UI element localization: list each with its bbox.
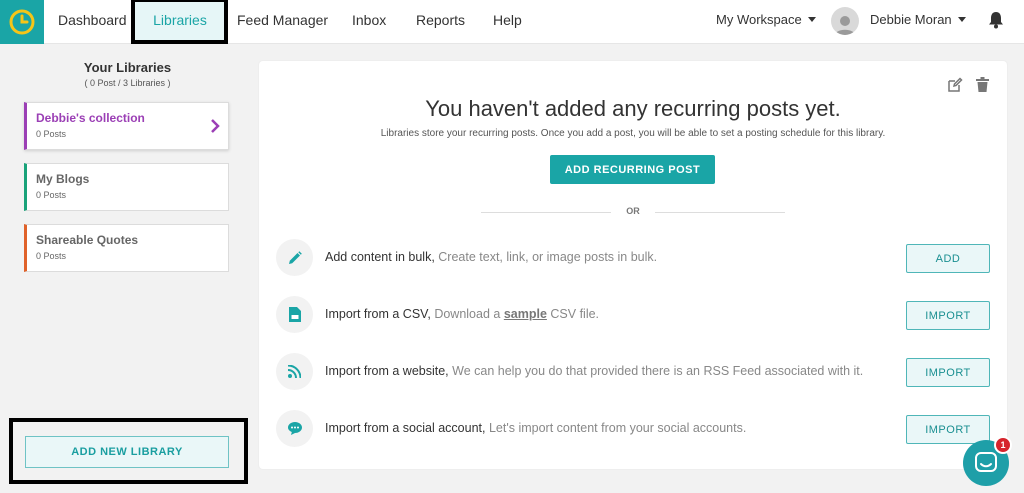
- or-separator: OR: [626, 206, 640, 216]
- library-card-shareable-quotes[interactable]: Shareable Quotes 0 Posts: [24, 224, 229, 272]
- avatar[interactable]: [831, 7, 859, 35]
- workspace-label: My Workspace: [716, 12, 802, 27]
- app-logo[interactable]: [0, 0, 44, 44]
- nav-feed-manager[interactable]: Feed Manager: [237, 0, 328, 44]
- option-description: We can help you do that provided there i…: [452, 364, 864, 378]
- clock-logo-icon: [9, 9, 35, 35]
- option-social-text: Import from a social account, Let's impo…: [325, 421, 746, 435]
- add-new-library-button[interactable]: ADD NEW LIBRARY: [25, 436, 229, 468]
- pencil-icon: [276, 239, 313, 276]
- add-bulk-button[interactable]: ADD: [906, 244, 990, 273]
- csv-file-icon: [276, 296, 313, 333]
- nav-libraries[interactable]: Libraries: [135, 0, 225, 44]
- option-description: CSV file.: [550, 307, 600, 321]
- import-csv-button[interactable]: IMPORT: [906, 301, 990, 330]
- nav-inbox[interactable]: Inbox: [352, 0, 386, 44]
- bell-icon[interactable]: [988, 11, 1004, 34]
- library-post-count: 0 Posts: [36, 129, 67, 139]
- divider: [655, 212, 785, 213]
- user-name: Debbie Moran: [870, 12, 952, 27]
- empty-state-description: Libraries store your recurring posts. On…: [380, 128, 886, 139]
- option-title: Import from a social account,: [325, 421, 486, 435]
- import-social-button[interactable]: IMPORT: [906, 415, 990, 444]
- sidebar-subtitle: ( 0 Post / 3 Libraries ): [84, 78, 171, 88]
- library-card-my-blogs[interactable]: My Blogs 0 Posts: [24, 163, 229, 211]
- empty-state-heading: You haven't added any recurring posts ye…: [425, 96, 841, 121]
- chat-icon: [975, 452, 997, 472]
- option-title: Import from a website,: [325, 364, 449, 378]
- top-navigation: Dashboard Libraries Feed Manager Inbox R…: [0, 0, 1024, 44]
- option-csv-text: Import from a CSV, Download a sample CSV…: [325, 307, 599, 321]
- option-description: Create text, link, or image posts in bul…: [438, 250, 658, 264]
- library-empty-state-panel: [259, 61, 1007, 469]
- option-description: Download a: [434, 307, 501, 321]
- nav-help[interactable]: Help: [493, 0, 522, 44]
- chat-bubble-icon: [276, 410, 313, 447]
- add-recurring-post-button[interactable]: ADD RECURRING POST: [550, 155, 715, 184]
- library-post-count: 0 Posts: [36, 251, 67, 261]
- sample-csv-link[interactable]: sample: [504, 307, 547, 321]
- nav-reports[interactable]: Reports: [416, 0, 465, 44]
- user-menu[interactable]: Debbie Moran: [870, 12, 966, 27]
- workspace-selector[interactable]: My Workspace: [716, 12, 816, 27]
- option-website-text: Import from a website, We can help you d…: [325, 364, 863, 378]
- nav-dashboard[interactable]: Dashboard: [58, 0, 127, 44]
- library-name: Debbie's collection: [36, 111, 145, 125]
- library-name: My Blogs: [36, 172, 90, 186]
- chevron-down-icon: [957, 17, 966, 22]
- divider: [481, 212, 611, 213]
- import-website-button[interactable]: IMPORT: [906, 358, 990, 387]
- library-post-count: 0 Posts: [36, 190, 67, 200]
- trash-icon[interactable]: [976, 77, 989, 92]
- option-title: Import from a CSV,: [325, 307, 431, 321]
- rss-icon: [276, 353, 313, 390]
- chevron-down-icon: [807, 17, 816, 22]
- option-bulk-text: Add content in bulk, Create text, link, …: [325, 250, 657, 264]
- option-description: Let's import content from your social ac…: [488, 421, 747, 435]
- sidebar-title: Your Libraries: [83, 60, 172, 75]
- library-name: Shareable Quotes: [36, 233, 139, 247]
- option-title: Add content in bulk,: [325, 250, 435, 264]
- chevron-right-icon: [211, 119, 220, 133]
- user-silhouette-icon: [835, 16, 855, 35]
- edit-icon[interactable]: [947, 77, 963, 93]
- library-card-debbies-collection[interactable]: Debbie's collection 0 Posts: [24, 102, 229, 150]
- notification-badge: 1: [994, 436, 1012, 454]
